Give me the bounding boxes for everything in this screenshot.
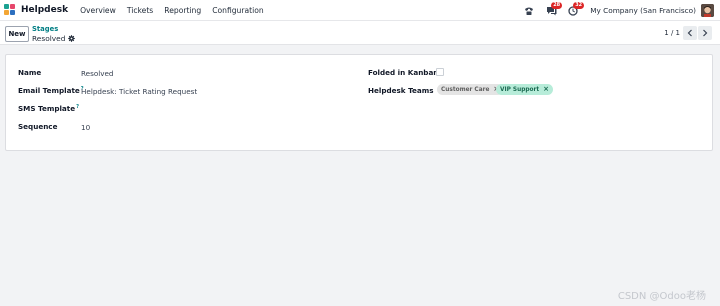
menu-overview[interactable]: Overview [80,6,116,15]
sequence-field[interactable]: 10 [81,123,90,132]
menu-tickets[interactable]: Tickets [127,6,153,15]
breadcrumb-stages-link[interactable]: Stages [32,25,58,33]
form-sheet: Name Resolved Email Template? Helpdesk: … [5,54,713,151]
new-button[interactable]: New [5,26,29,42]
tag-label: VIP Support [500,86,540,93]
email-template-label: Email Template? [18,86,84,95]
top-navbar: Helpdesk Overview Tickets Reporting Conf… [0,0,720,21]
activities-clock-icon[interactable]: 32 [566,1,585,18]
folded-in-kanban-label: Folded in Kanban? [368,68,442,77]
sms-template-label: SMS Template? [18,104,79,113]
control-panel: New Stages Resolved 1 / 1 [0,21,720,45]
sequence-label: Sequence [18,122,58,131]
email-template-field[interactable]: Helpdesk: Ticket Rating Request [81,87,197,96]
team-tag-vip-support[interactable]: VIP Support × [496,84,553,95]
chevron-right-icon [703,29,708,37]
help-tooltip-icon[interactable]: ? [76,104,79,110]
company-switcher[interactable]: My Company (San Francisco) [590,6,696,15]
name-field[interactable]: Resolved [81,69,113,78]
messages-icon[interactable]: 28 [544,1,563,18]
menu-reporting[interactable]: Reporting [164,6,201,15]
app-name[interactable]: Helpdesk [21,5,68,15]
phone-icon[interactable] [522,4,536,18]
record-title: Resolved [32,34,66,43]
chevron-left-icon [687,29,692,37]
user-avatar[interactable] [701,4,714,17]
pager-counter[interactable]: 1 / 1 [664,29,680,37]
helpdesk-app-icon[interactable] [4,4,16,16]
menu-configuration[interactable]: Configuration [212,6,264,15]
tag-label: Customer Care [441,86,490,93]
remove-tag-icon[interactable]: × [543,86,549,93]
folded-in-kanban-checkbox[interactable] [436,68,444,76]
messages-badge: 28 [551,1,563,9]
breadcrumb-current: Resolved [32,34,76,43]
watermark: CSDN @Odoo老杨 [617,291,706,302]
activities-badge: 32 [573,1,585,9]
navbar-systray: 28 32 My Company (San Francisco) [522,0,720,21]
pager-previous-button[interactable] [683,26,697,40]
helpdesk-teams-label: Helpdesk Teams [368,86,434,95]
team-tag-customer-care[interactable]: Customer Care × [437,84,504,95]
name-label: Name [18,68,42,77]
pager-next-button[interactable] [698,26,712,40]
gear-icon[interactable] [68,35,76,42]
